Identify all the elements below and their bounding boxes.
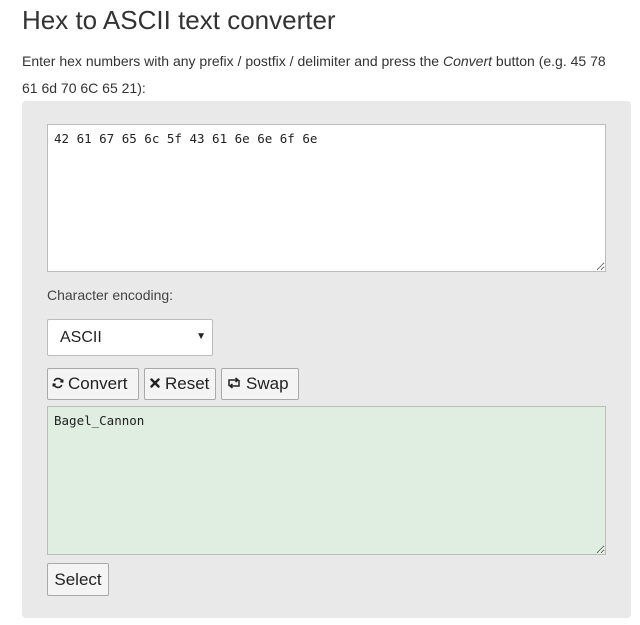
converter-panel: Character encoding: ASCII ▼ Convert Rese… <box>22 101 631 618</box>
description-emphasis: Convert <box>442 53 493 69</box>
output-text[interactable] <box>47 406 606 555</box>
convert-button[interactable]: Convert <box>47 368 139 400</box>
reset-label: Reset <box>165 374 210 393</box>
reset-button[interactable]: Reset <box>144 368 216 400</box>
hex-input[interactable] <box>47 124 606 272</box>
encoding-select[interactable]: ASCII ▼ <box>47 319 213 356</box>
encoding-label: Character encoding: <box>47 287 174 303</box>
caret-down-icon: ▼ <box>196 331 206 342</box>
refresh-icon <box>52 377 64 392</box>
swap-button[interactable]: Swap <box>221 368 299 400</box>
select-button[interactable]: Select <box>47 563 109 596</box>
convert-label: Convert <box>68 374 128 393</box>
swap-label: Swap <box>246 374 289 393</box>
select-label: Select <box>54 569 102 589</box>
encoding-selected-value: ASCII <box>60 329 102 346</box>
page-title: Hex to ASCII text converter <box>22 5 336 35</box>
swap-icon <box>226 376 242 392</box>
page-description: Enter hex numbers with any prefix / post… <box>22 48 622 102</box>
description-text-start: Enter hex numbers with any prefix / post… <box>22 53 443 69</box>
close-icon <box>149 377 161 391</box>
